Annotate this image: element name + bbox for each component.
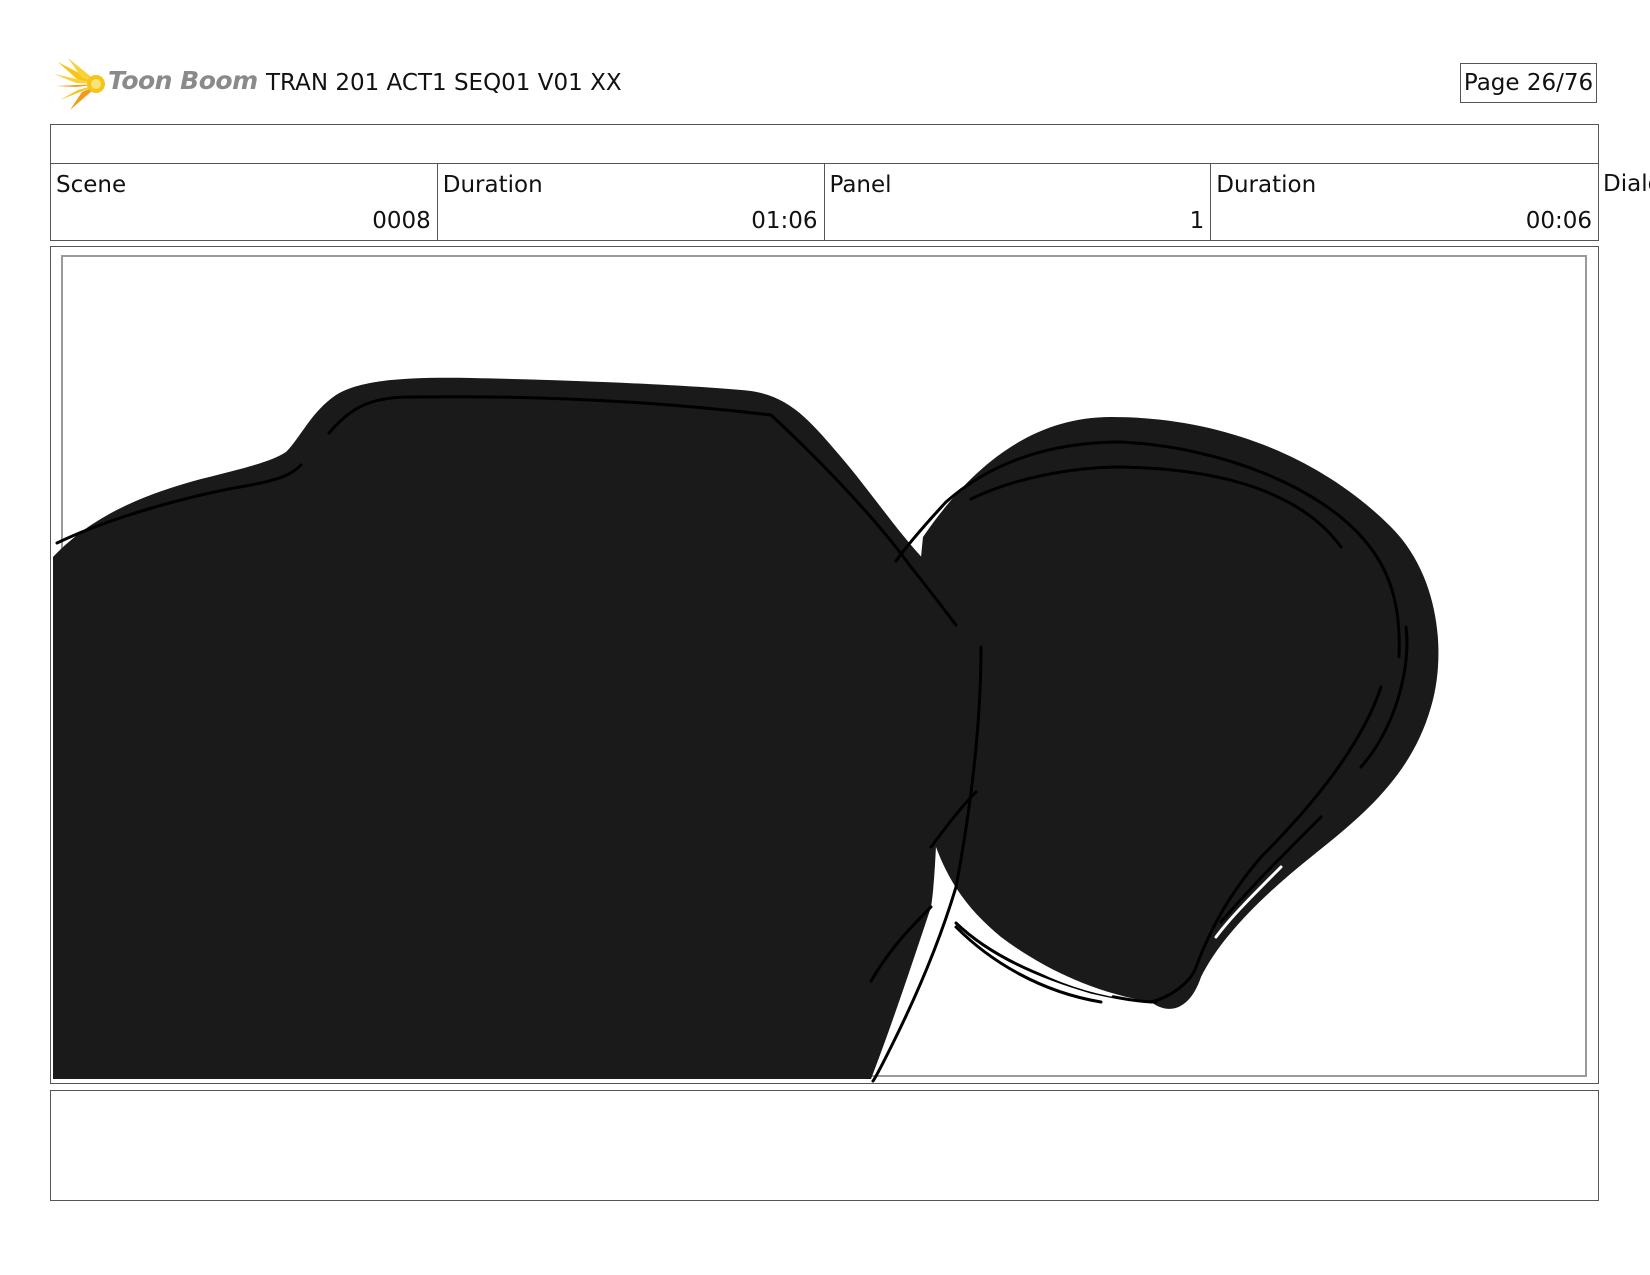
toon-boom-burst-icon (54, 58, 105, 110)
header-empty-box (50, 124, 1599, 164)
panel-duration-label: Duration (1216, 172, 1317, 198)
scene-label: Scene (56, 172, 127, 198)
scene-duration-cell: Duration 01:06 (438, 164, 825, 240)
scene-value: 0008 (372, 208, 431, 234)
logo-wordmark: Toon Boom (108, 66, 258, 95)
panel-label: Panel (829, 172, 892, 198)
panel-duration-value: 00:06 (1525, 208, 1592, 234)
toon-boom-logo: Toon Boom (52, 56, 258, 112)
dialog-label: Dialog (1603, 171, 1650, 197)
scene-cell: Scene 0008 (51, 164, 438, 240)
scene-duration-label: Duration (442, 172, 543, 198)
storyboard-panel (50, 246, 1599, 1084)
panel-cell: Panel 1 (825, 164, 1212, 240)
head-silhouette (917, 417, 1439, 1009)
scene-duration-value: 01:06 (751, 208, 818, 234)
panel-duration-cell: Duration 00:06 (1211, 164, 1598, 240)
panel-drawing (53, 255, 1587, 1083)
document-title: TRAN 201 ACT1 SEQ01 V01 XX (266, 70, 622, 96)
panel-value: 1 (1189, 208, 1205, 234)
notes-box (50, 1090, 1599, 1201)
page-number: Page 26/76 (1460, 63, 1597, 103)
info-row: Scene 0008 Duration 01:06 Panel 1 Durati… (50, 163, 1599, 241)
torso-silhouette (53, 377, 939, 1079)
